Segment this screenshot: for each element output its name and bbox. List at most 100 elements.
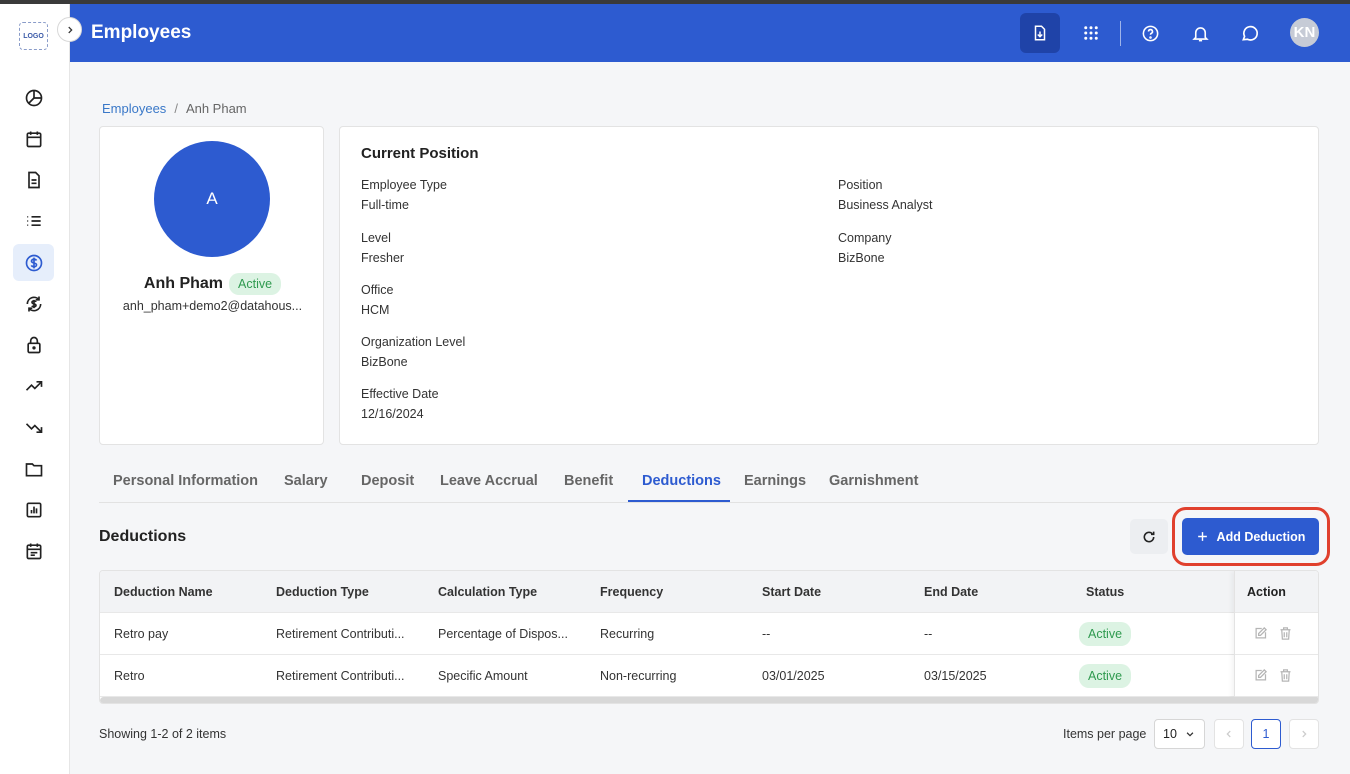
column-header[interactable]: Frequency [600, 571, 663, 613]
tab-deductions[interactable]: Deductions [642, 473, 721, 489]
table-row[interactable]: Retro pay Retirement Contributi... Perce… [100, 613, 1318, 655]
sidebar-item-decrease[interactable] [13, 409, 54, 446]
field-value: HCM [361, 303, 390, 317]
column-header[interactable]: Deduction Type [276, 571, 369, 613]
tab-garnishment[interactable]: Garnishment [829, 473, 918, 489]
field-value: Full-time [361, 198, 409, 212]
office-field: Office HCM [361, 283, 393, 317]
row-actions [1235, 613, 1318, 655]
deductions-title: Deductions [99, 528, 187, 545]
sidebar-item-increase[interactable] [13, 367, 54, 404]
status-badge: Active [1079, 664, 1132, 688]
sidebar-item-documents[interactable] [13, 161, 54, 198]
effective-date-field: Effective Date 12/16/2024 [361, 387, 439, 421]
next-page-button[interactable] [1289, 719, 1319, 749]
field-label: Organization Level [361, 335, 466, 349]
edit-icon[interactable] [1253, 626, 1268, 641]
apps-button[interactable] [1071, 13, 1111, 53]
breadcrumb-employees-link[interactable]: Employees [102, 101, 166, 116]
help-button[interactable] [1130, 13, 1170, 53]
section-title: Current Position [361, 145, 479, 162]
sidebar-item-payroll[interactable] [13, 244, 54, 281]
column-header[interactable]: Calculation Type [438, 571, 537, 613]
sidebar-item-schedule[interactable] [13, 532, 54, 569]
breadcrumb-current: Anh Pham [185, 101, 247, 116]
field-label: Position [838, 178, 883, 192]
deductions-table: Deduction Name Deduction Type Calculatio… [99, 570, 1319, 704]
tab-deposit[interactable]: Deposit [361, 473, 414, 489]
profile-name-row: Anh Pham Active [100, 273, 325, 295]
chat-icon [1242, 25, 1258, 41]
app-logo[interactable]: LOGO [19, 22, 48, 50]
horizontal-scrollbar[interactable] [100, 697, 1318, 703]
header-divider [1120, 21, 1121, 46]
refresh-button[interactable] [1130, 519, 1168, 554]
tab-benefit[interactable]: Benefit [564, 473, 613, 489]
tab-earnings[interactable]: Earnings [744, 473, 806, 489]
sidebar-item-calendar[interactable] [13, 120, 54, 157]
company-field: Company BizBone [838, 231, 892, 265]
import-button[interactable] [1020, 13, 1060, 53]
profile-card: A Anh Pham Active anh_pham+demo2@datahou… [99, 126, 324, 445]
deduction-name-cell: Retro pay [114, 627, 169, 641]
sidebar-item-reports[interactable] [13, 491, 54, 528]
items-per-page-label: Items per page [1063, 727, 1147, 741]
calendar-icon [26, 131, 41, 147]
table-row[interactable]: Retro Retirement Contributi... Specific … [100, 655, 1318, 697]
field-label: Office [361, 283, 394, 297]
edit-icon[interactable] [1253, 668, 1268, 683]
sidebar-item-security[interactable] [13, 326, 54, 363]
tab-leave-accrual[interactable]: Leave Accrual [440, 473, 538, 489]
level-field: Level Fresher [361, 231, 404, 265]
table-header-row: Deduction Name Deduction Type Calculatio… [100, 571, 1318, 613]
field-value: BizBone [361, 355, 408, 369]
apps-grid-icon [1084, 26, 1098, 40]
exchange-dollar-icon [26, 296, 41, 311]
chevron-right-icon [1302, 730, 1307, 738]
trending-down-icon [25, 422, 42, 433]
bell-icon [1191, 26, 1209, 41]
add-deduction-button[interactable]: Add Deduction [1182, 518, 1319, 555]
download-icon [1034, 25, 1046, 41]
delete-icon[interactable] [1278, 626, 1293, 641]
deduction-type-cell: Retirement Contributi... [276, 669, 405, 683]
items-per-page-value: 10 [1163, 727, 1177, 741]
column-header[interactable]: Start Date [762, 571, 821, 613]
chevron-down-icon [1186, 732, 1194, 737]
start-date-cell: 03/01/2025 [762, 669, 825, 683]
sidebar-toggle-button[interactable] [57, 17, 82, 42]
sidebar-item-list[interactable] [13, 202, 54, 239]
user-avatar[interactable]: KN [1290, 18, 1319, 47]
column-header[interactable]: Status [1086, 571, 1124, 613]
calculation-type-cell: Percentage of Dispos... [438, 627, 568, 641]
deduction-name-cell: Retro [114, 669, 145, 683]
chat-button[interactable] [1230, 13, 1270, 53]
column-header[interactable]: Deduction Name [114, 571, 213, 613]
frequency-cell: Recurring [600, 627, 655, 641]
notifications-button[interactable] [1180, 13, 1220, 53]
folder-icon [25, 462, 42, 476]
organization-level-field: Organization Level BizBone [361, 335, 465, 369]
breadcrumb: Employees / Anh Pham [102, 101, 247, 116]
delete-icon[interactable] [1278, 668, 1293, 683]
tab-personal-information[interactable]: Personal Information [113, 473, 258, 489]
sidebar-item-dashboard[interactable] [13, 79, 54, 116]
end-date-cell: -- [924, 627, 933, 641]
sidebar-item-exchange[interactable] [13, 285, 54, 322]
position-field: Position Business Analyst [838, 178, 933, 212]
field-value: BizBone [838, 251, 885, 265]
column-header[interactable]: End Date [924, 571, 978, 613]
column-header: Action [1235, 571, 1318, 613]
prev-page-button[interactable] [1214, 719, 1244, 749]
field-label: Effective Date [361, 387, 439, 401]
plus-icon [1197, 532, 1207, 541]
status-cell: Active [1079, 613, 1132, 655]
items-per-page-select[interactable]: 10 [1154, 719, 1205, 749]
row-actions [1235, 655, 1318, 697]
page-button-current[interactable]: 1 [1251, 719, 1281, 749]
sidebar-item-files[interactable] [13, 450, 54, 487]
top-header: Employees KN [70, 4, 1350, 62]
dollar-icon [25, 254, 42, 271]
tab-salary[interactable]: Salary [284, 473, 328, 489]
action-column: Action [1234, 571, 1318, 701]
